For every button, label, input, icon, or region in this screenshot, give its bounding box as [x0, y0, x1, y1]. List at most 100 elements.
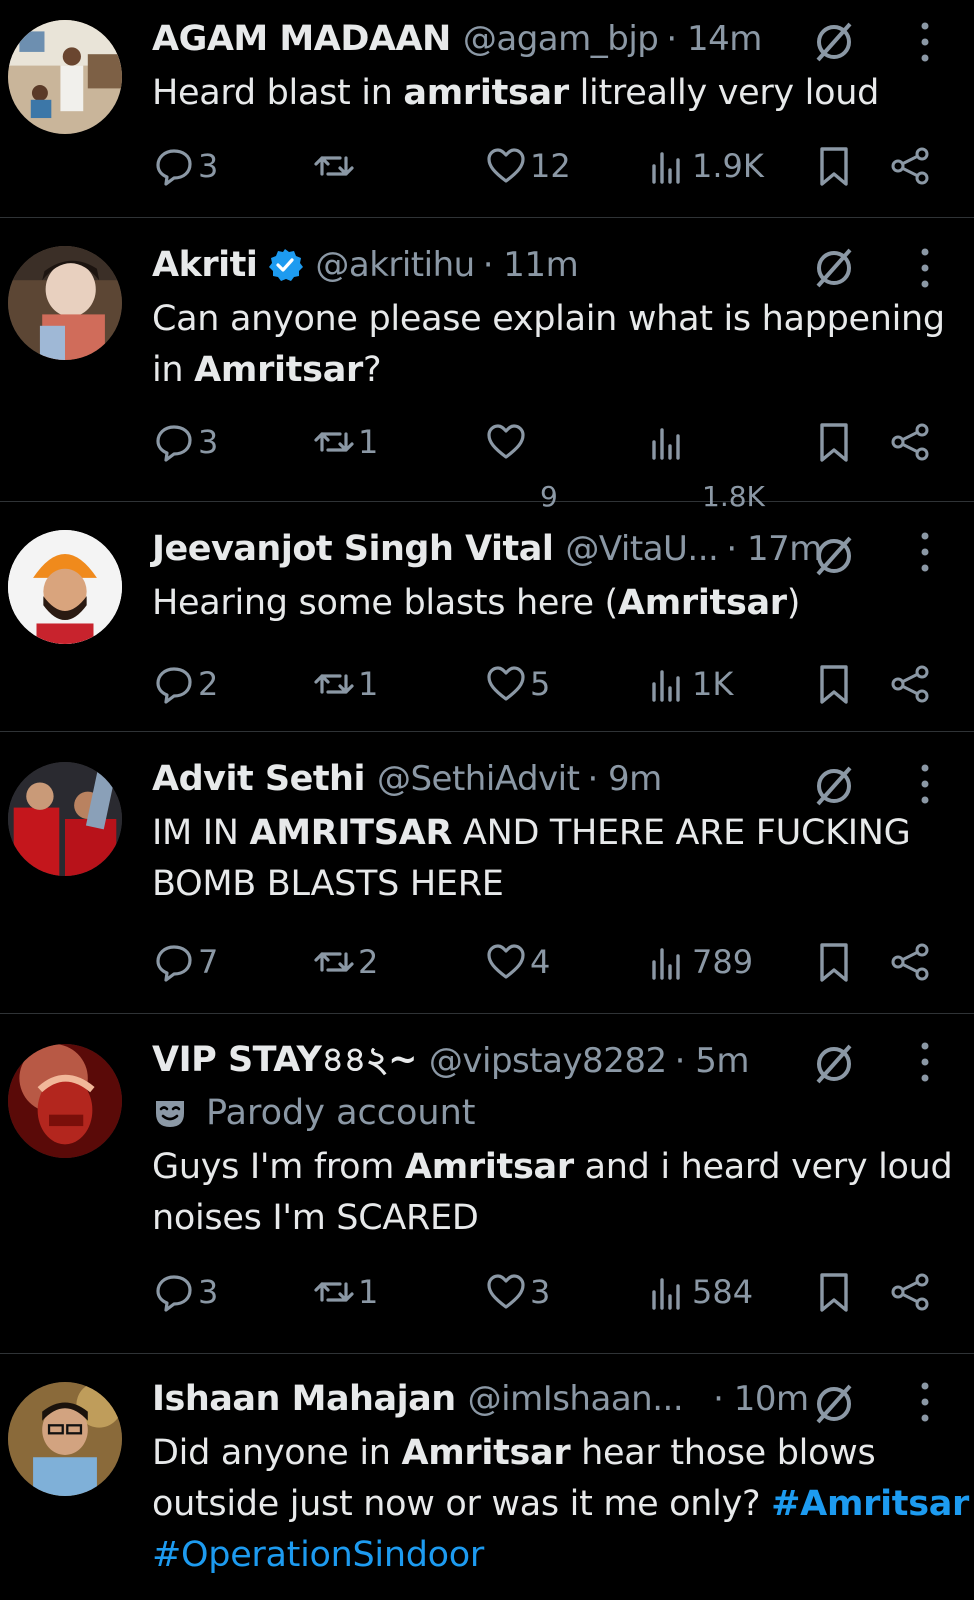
reply-count: 7 [198, 943, 219, 981]
avatar[interactable] [8, 20, 122, 134]
reply-icon [156, 425, 192, 462]
display-name[interactable]: Advit Sethi [152, 759, 365, 799]
views-button[interactable] [646, 412, 690, 472]
more-icon[interactable] [918, 20, 932, 64]
like-button[interactable]: 4 [484, 932, 550, 992]
grok-icon[interactable] [810, 1040, 858, 1088]
tweet-actions: 2 1 5 1K [152, 654, 952, 714]
display-name[interactable]: Jeevanjot Singh Vital [152, 529, 554, 569]
share-button[interactable] [888, 136, 932, 196]
share-button[interactable] [888, 412, 932, 472]
bookmark-button[interactable] [812, 932, 856, 992]
reply-button[interactable]: 3 [152, 136, 218, 196]
grok-icon[interactable] [810, 244, 858, 292]
more-icon[interactable] [918, 1040, 932, 1084]
more-icon[interactable] [918, 762, 932, 806]
share-icon [891, 423, 929, 461]
views-icon [652, 152, 680, 184]
retweet-button[interactable]: 1 [312, 412, 378, 472]
reply-button[interactable]: 3 [152, 412, 218, 472]
grok-icon[interactable] [810, 1380, 858, 1428]
bookmark-button[interactable] [812, 412, 856, 472]
share-button[interactable] [888, 1262, 932, 1322]
bookmark-button[interactable] [812, 654, 856, 714]
retweet-icon [314, 952, 354, 972]
handle[interactable]: @SethiAdvit [377, 759, 580, 799]
retweet-button[interactable]: 2 [312, 932, 378, 992]
grok-icon[interactable] [810, 18, 858, 66]
more-icon[interactable] [918, 1380, 932, 1424]
tweet-text: IM IN AMRITSAR AND THERE ARE FUCKING BOM… [152, 813, 911, 904]
avatar[interactable] [8, 530, 122, 644]
like-button[interactable]: 5 [484, 654, 550, 714]
retweet-button[interactable]: 1 [312, 654, 378, 714]
tweet-actions: 3 1 3 584 [152, 1262, 952, 1322]
avatar[interactable] [8, 1044, 122, 1158]
handle[interactable]: @vipstay8282 [429, 1041, 667, 1081]
retweet-icon [314, 156, 354, 176]
reply-count: 2 [198, 665, 219, 703]
like-count: 5 [530, 665, 551, 703]
like-button[interactable]: 12 [484, 136, 571, 196]
more-icon[interactable] [918, 246, 932, 290]
share-icon [891, 943, 929, 981]
tweet[interactable]: Advit Sethi @SethiAdvit · 9m IM IN AMRIT… [0, 732, 974, 1014]
display-name[interactable]: Akriti [152, 245, 258, 285]
timestamp[interactable]: · 5m [675, 1041, 750, 1081]
bookmark-icon [820, 1273, 848, 1312]
tweet-text: Heard blast in amritsar litreally very l… [152, 73, 880, 113]
timestamp[interactable]: · 10m [713, 1379, 809, 1419]
tweet[interactable]: Jeevanjot Singh Vital @VitaU... · 17m He… [0, 502, 974, 732]
views-button[interactable]: 584 [646, 1262, 753, 1322]
avatar[interactable] [8, 762, 122, 876]
handle[interactable]: @imIshaan... [468, 1379, 684, 1419]
timestamp[interactable]: · 11m [483, 245, 579, 285]
tweet[interactable]: AGAM MADAAN @agam_bjp · 14m Heard blast … [0, 0, 974, 218]
grok-icon[interactable] [810, 532, 858, 580]
views-button[interactable]: 1K [646, 654, 733, 714]
avatar[interactable] [8, 246, 122, 360]
reply-icon [156, 945, 192, 982]
bookmark-button[interactable] [812, 1262, 856, 1322]
handle[interactable]: @agam_bjp [463, 19, 659, 59]
parody-mask-icon [156, 1101, 184, 1127]
share-icon [891, 147, 929, 185]
like-button[interactable]: 3 [484, 1262, 550, 1322]
hashtag-link[interactable]: #OperationSindoor [152, 1535, 484, 1575]
share-button[interactable] [888, 654, 932, 714]
tweet-text: Can anyone please explain what is happen… [152, 299, 945, 390]
reply-button[interactable]: 3 [152, 1262, 218, 1322]
heart-icon [487, 944, 525, 979]
reply-button[interactable]: 2 [152, 654, 218, 714]
tweet-actions: 3 1 [152, 412, 952, 472]
tweet[interactable]: Akriti @akritihu · 11m Can anyone please… [0, 218, 974, 513]
view-count: 789 [692, 943, 754, 981]
retweet-button[interactable]: 1 [312, 1262, 378, 1322]
display-name[interactable]: AGAM MADAAN [152, 19, 451, 59]
bookmark-icon [820, 423, 848, 462]
share-icon [891, 1273, 929, 1311]
timestamp[interactable]: · 9m [587, 759, 662, 799]
tweet[interactable]: VIP STAY৪৪২~ @vipstay8282 · 5m Parody ac… [0, 1014, 974, 1354]
views-button[interactable]: 1.9K [646, 136, 764, 196]
retweet-button[interactable] [312, 136, 358, 196]
timestamp[interactable]: · 14m [666, 19, 762, 59]
avatar[interactable] [8, 1382, 122, 1496]
tweet[interactable]: Ishaan Mahajan @imIshaan... · 10m Did an… [0, 1354, 974, 1600]
grok-icon[interactable] [810, 762, 858, 810]
display-name[interactable]: VIP STAY৪৪২~ [152, 1032, 417, 1091]
more-icon[interactable] [918, 530, 932, 574]
bookmark-icon [820, 147, 848, 186]
timestamp[interactable]: · 17m [726, 529, 822, 569]
bookmark-button[interactable] [812, 136, 856, 196]
views-icon [652, 428, 680, 460]
like-button[interactable] [484, 412, 528, 472]
handle[interactable]: @VitaU... [565, 529, 718, 569]
reply-button[interactable]: 7 [152, 932, 218, 992]
hashtag-link[interactable]: #Amritsar [771, 1484, 969, 1524]
tweet-text: Did anyone in Amritsar hear those blows … [152, 1433, 970, 1575]
share-button[interactable] [888, 932, 932, 992]
views-button[interactable]: 789 [646, 932, 753, 992]
handle[interactable]: @akritihu [315, 245, 475, 285]
display-name[interactable]: Ishaan Mahajan [152, 1379, 456, 1419]
